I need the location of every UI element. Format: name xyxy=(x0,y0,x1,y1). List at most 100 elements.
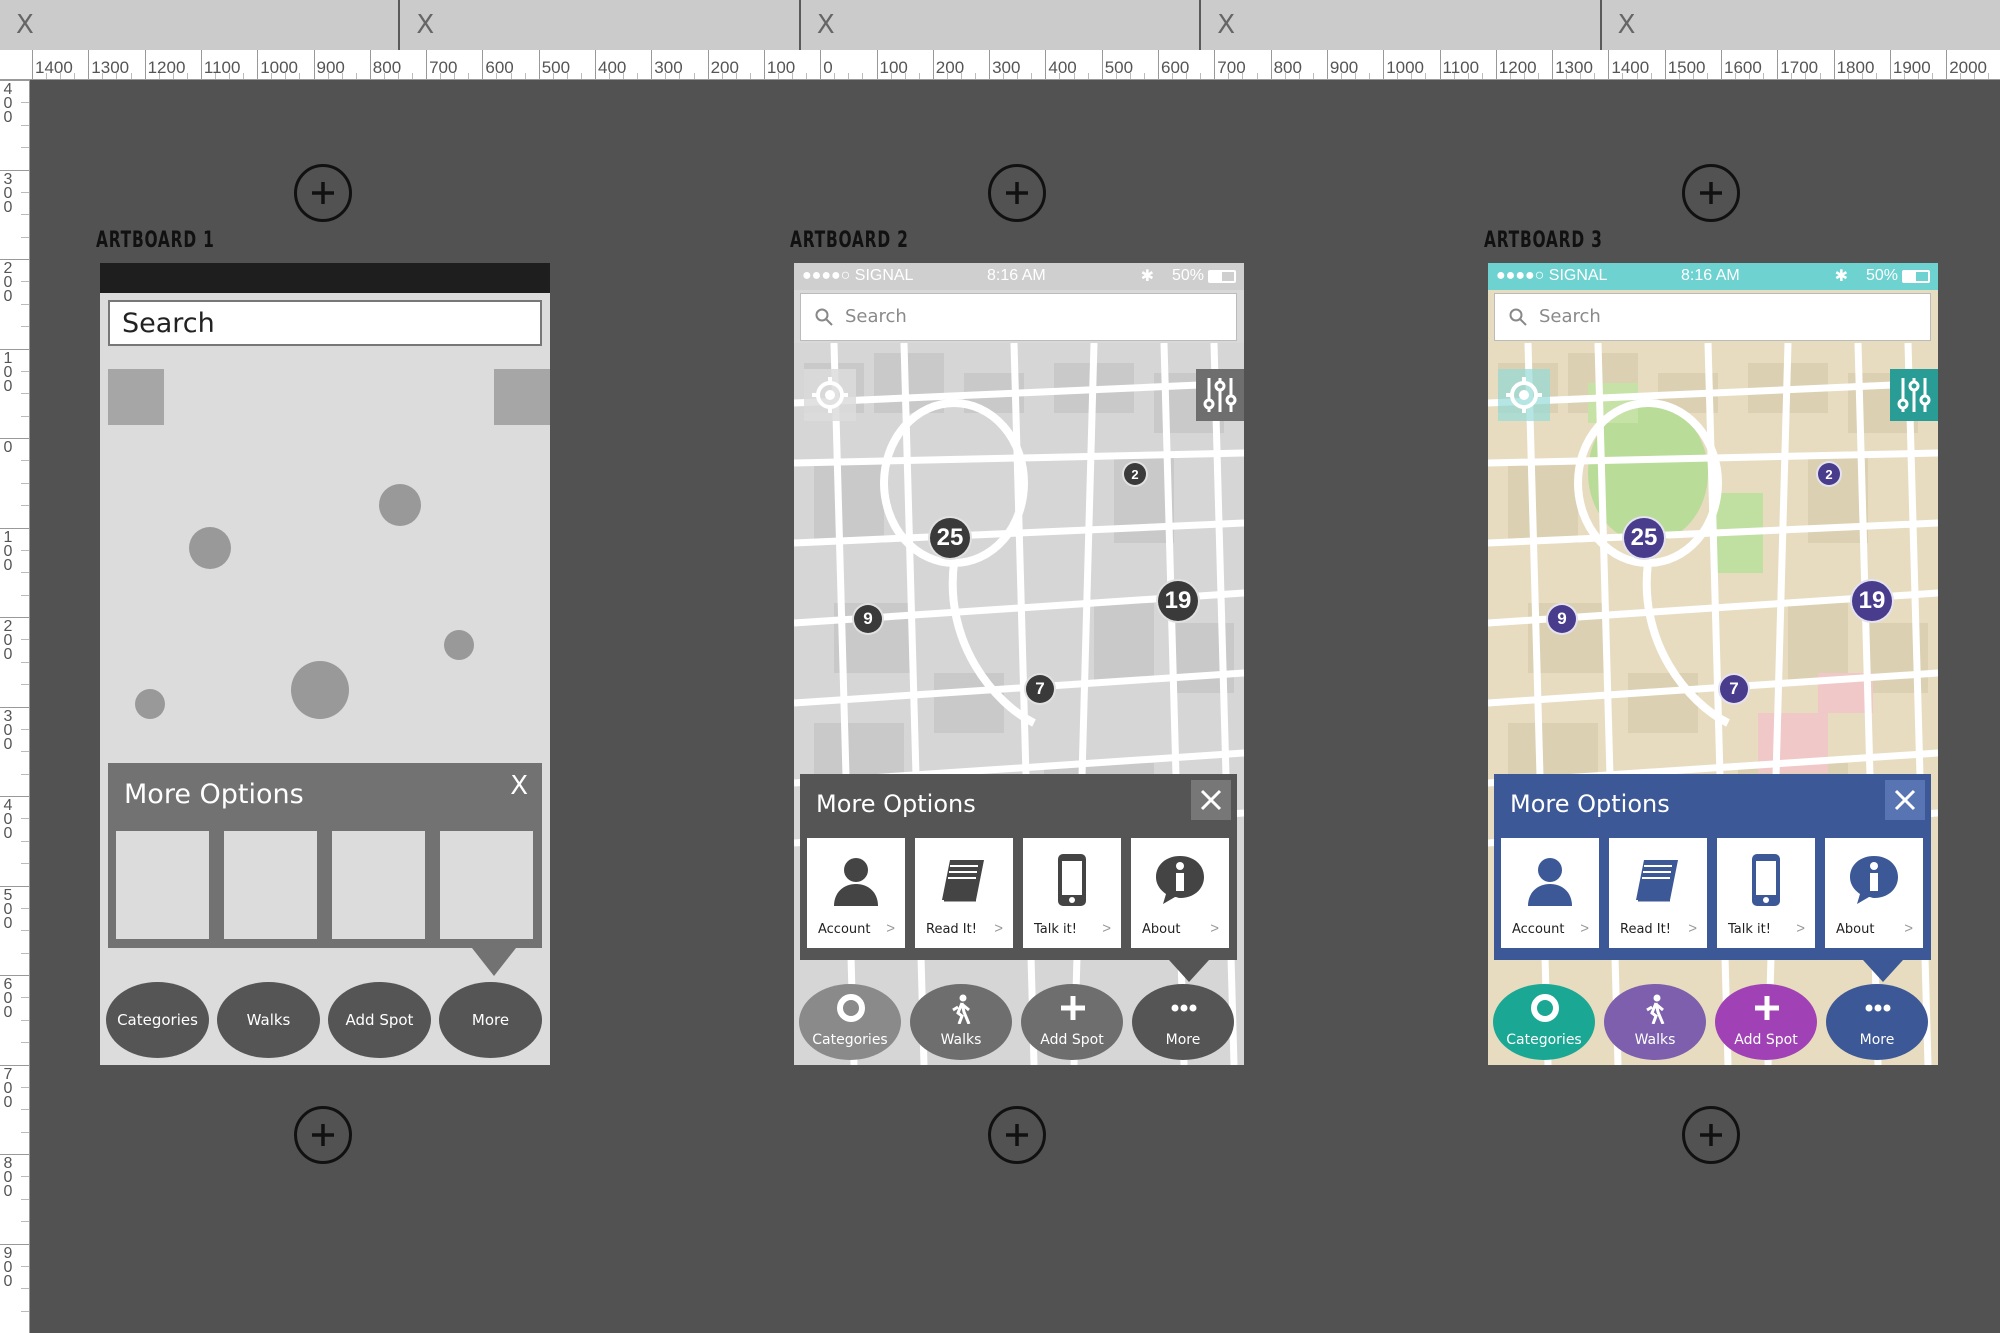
add-artboard-above-1-button[interactable] xyxy=(294,164,352,222)
option-read-it[interactable]: Read It! > xyxy=(915,838,1013,948)
artboard-1-wireframe[interactable]: Search More Options X Categories Walks A… xyxy=(100,263,550,1065)
option-talk-it[interactable]: Talk it! > xyxy=(1717,838,1815,948)
ruler-minor-tick xyxy=(21,818,29,820)
tab-3[interactable]: X xyxy=(801,0,1202,50)
ruler-minor-tick xyxy=(397,73,399,79)
nav-more-button[interactable]: More xyxy=(1826,984,1928,1060)
option-about[interactable]: About > xyxy=(1825,838,1923,948)
ruler-tick: 900 xyxy=(0,1243,29,1289)
option-account[interactable]: Account > xyxy=(807,838,905,948)
tab-1[interactable]: X xyxy=(0,0,401,50)
add-artboard-above-3-button[interactable] xyxy=(1682,164,1740,222)
tab-4[interactable]: X xyxy=(1201,0,1602,50)
nav-walks-button[interactable]: Walks xyxy=(217,982,320,1058)
tab-close-label[interactable]: X xyxy=(1217,10,1235,40)
close-button[interactable] xyxy=(1885,780,1925,820)
option-label: Talk it! xyxy=(1034,922,1077,937)
tab-close-label[interactable]: X xyxy=(817,10,835,40)
filter-button-placeholder[interactable] xyxy=(494,369,550,425)
locate-button-placeholder[interactable] xyxy=(108,369,164,425)
ruler-minor-tick xyxy=(1186,73,1188,79)
nav-more-button[interactable]: More xyxy=(439,982,542,1058)
add-artboard-below-3-button[interactable] xyxy=(1682,1106,1740,1164)
map-marker-placeholder[interactable] xyxy=(189,527,231,569)
map-pin[interactable]: 9 xyxy=(1546,603,1578,635)
tab-2[interactable]: X xyxy=(400,0,801,50)
map-pin[interactable]: 2 xyxy=(1816,461,1842,487)
map-pin[interactable]: 2 xyxy=(1122,461,1148,487)
artboard-3-color-mock[interactable]: ●●●●○ SIGNAL 8:16 AM ✱ 50% Search 25 2 1… xyxy=(1488,263,1938,1065)
locate-me-button[interactable] xyxy=(1498,369,1550,421)
map-marker-placeholder[interactable] xyxy=(379,484,421,526)
map-pin[interactable]: 7 xyxy=(1718,673,1750,705)
add-artboard-below-2-button[interactable] xyxy=(988,1106,1046,1164)
filter-button[interactable] xyxy=(1890,369,1938,421)
sliders-icon xyxy=(1897,378,1931,412)
map-pin[interactable]: 19 xyxy=(1850,579,1894,623)
artboard-3-label[interactable]: ARTBOARD 3 xyxy=(1484,228,1603,253)
clock: 8:16 AM xyxy=(987,267,1046,284)
option-tile-placeholder[interactable] xyxy=(332,831,425,939)
ruler-minor-tick xyxy=(299,73,301,79)
map-pin[interactable]: 19 xyxy=(1156,579,1200,623)
chevron-right-icon: > xyxy=(1688,920,1697,937)
ruler-tick: 500 xyxy=(0,885,29,931)
add-artboard-above-2-button[interactable] xyxy=(988,164,1046,222)
option-tile-placeholder[interactable] xyxy=(116,831,209,939)
nav-add-spot-button[interactable]: Add Spot xyxy=(1715,984,1817,1060)
ruler-minor-tick xyxy=(946,73,948,79)
ruler-minor-tick xyxy=(21,684,29,686)
vertical-ruler[interactable]: 400 300 200 100 0 100 200 300 400 500 600 700 800 900 xyxy=(0,80,30,1333)
close-button[interactable]: X xyxy=(510,771,528,801)
plus-icon xyxy=(1061,996,1085,1020)
map-pin[interactable]: 25 xyxy=(1622,516,1666,560)
nav-categories-button[interactable]: Categories xyxy=(799,984,901,1060)
map-pin[interactable]: 25 xyxy=(928,516,972,560)
ruler-minor-tick xyxy=(116,73,118,79)
close-button[interactable] xyxy=(1191,780,1231,820)
nav-add-spot-button[interactable]: Add Spot xyxy=(1021,984,1123,1060)
option-tile-placeholder[interactable] xyxy=(440,831,533,939)
ruler-minor-tick xyxy=(1538,73,1540,79)
tab-close-label[interactable]: X xyxy=(416,10,434,40)
map-marker-placeholder[interactable] xyxy=(291,661,349,719)
artboard-2-label[interactable]: ARTBOARD 2 xyxy=(790,228,909,253)
option-talk-it[interactable]: Talk it! > xyxy=(1023,838,1121,948)
artboard-1-label[interactable]: ARTBOARD 1 xyxy=(96,228,215,253)
map-marker-placeholder[interactable] xyxy=(444,630,474,660)
ruler-tick: 0 xyxy=(820,50,833,79)
map-pin[interactable]: 7 xyxy=(1024,673,1056,705)
filter-button[interactable] xyxy=(1196,369,1244,421)
search-input[interactable]: Search xyxy=(108,300,542,346)
search-input[interactable]: Search xyxy=(1494,293,1931,341)
ruler-label: 900 xyxy=(3,1244,13,1290)
option-about[interactable]: About > xyxy=(1131,838,1229,948)
artboard-2-grayscale-mock[interactable]: ●●●●○ SIGNAL 8:16 AM ✱ 50% Search 25 2 1… xyxy=(794,263,1244,1065)
ruler-label: 0 xyxy=(823,58,833,77)
ruler-tick: 600 xyxy=(0,975,29,1021)
option-read-it[interactable]: Read It! > xyxy=(1609,838,1707,948)
tab-close-label[interactable]: X xyxy=(16,10,34,40)
add-artboard-below-1-button[interactable] xyxy=(294,1106,352,1164)
map-marker-placeholder[interactable] xyxy=(135,689,165,719)
nav-add-spot-button[interactable]: Add Spot xyxy=(328,982,431,1058)
locate-me-button[interactable] xyxy=(804,369,856,421)
tab-5[interactable]: X xyxy=(1602,0,2000,50)
nav-walks-button[interactable]: Walks xyxy=(910,984,1012,1060)
ruler-minor-tick xyxy=(1242,73,1244,79)
option-account[interactable]: Account > xyxy=(1501,838,1599,948)
ruler-label: 800 xyxy=(372,58,402,77)
horizontal-ruler[interactable]: 1400 1300 1200 1100 1000 900 800 700 600 500 400 30… xyxy=(0,50,2000,80)
ruler-minor-tick xyxy=(102,73,104,79)
option-tile-placeholder[interactable] xyxy=(224,831,317,939)
map-pin[interactable]: 9 xyxy=(852,603,884,635)
nav-categories-button[interactable]: Categories xyxy=(106,982,209,1058)
search-input[interactable]: Search xyxy=(800,293,1237,341)
nav-categories-button[interactable]: Categories xyxy=(1493,984,1595,1060)
ruler-minor-tick xyxy=(21,997,29,999)
nav-label: Add Spot xyxy=(1040,1032,1104,1048)
tab-close-label[interactable]: X xyxy=(1618,10,1636,40)
ruler-minor-tick xyxy=(21,1221,29,1223)
nav-walks-button[interactable]: Walks xyxy=(1604,984,1706,1060)
nav-more-button[interactable]: More xyxy=(1132,984,1234,1060)
